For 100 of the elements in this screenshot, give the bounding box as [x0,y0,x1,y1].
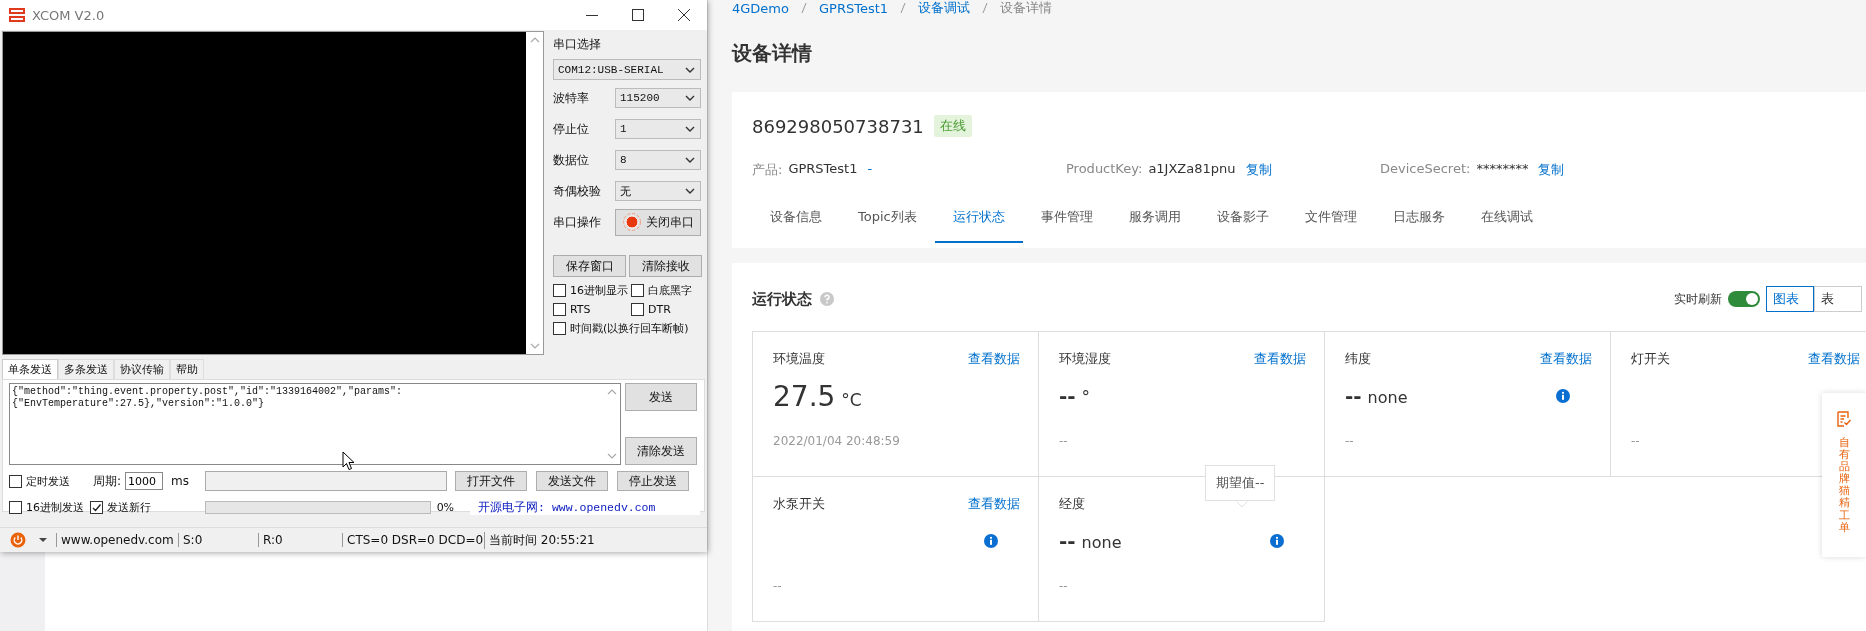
field-label: 串口操作 [553,213,601,231]
button[interactable]: 打开文件 [455,471,527,491]
port-button[interactable]: 关闭串口 [615,208,701,236]
copy-link[interactable]: - [867,161,873,179]
info-value: ******** [1476,161,1529,178]
property-name: 灯开关 [1631,350,1670,368]
tab[interactable]: 设备信息 [752,196,840,243]
info-value: GPRSTest1 [788,161,858,178]
button[interactable]: 清除发送 [625,437,697,465]
dropdown[interactable]: 115200 [615,88,701,108]
status-text: 当前时间 20:55:21 [484,531,644,549]
caret-icon [606,452,617,460]
checkbox-label: 时间戳(以换行回车断帧) [570,321,689,336]
dropdown[interactable]: 无 [615,181,701,201]
tab[interactable]: 事件管理 [1022,196,1111,243]
tooltip-text: 期望值-- [1216,475,1265,490]
text-line: {"EnvTemperature":27.5},"version":"1.0.0"} [12,398,266,410]
dropdown[interactable]: COM12:USB-SERIAL [553,59,701,80]
tab[interactable]: 运行状态 [934,196,1023,243]
toggle-switch[interactable] [1728,291,1760,307]
view-data-link[interactable]: 查看数据 [968,350,1020,368]
view-data-link[interactable]: 查看数据 [1540,350,1592,368]
checkbox[interactable] [553,322,566,335]
page-title: 设备详情 [732,40,813,67]
status-text: CTS=0 DSR=0 DCD=0 [342,533,484,547]
property-value: -- [1059,529,1076,553]
window-title: XCOM V2.0 [32,7,105,23]
tab[interactable]: 在线调试 [1462,196,1551,243]
field-label: 奇偶校验 [553,182,601,200]
timestamp: -- [773,579,782,593]
field-label: 串口选择 [553,36,602,53]
property-value: -- [1345,384,1362,408]
view-data-link[interactable]: 查看数据 [1808,350,1860,368]
dropdown[interactable]: 1 [615,119,701,139]
period-field[interactable]: 1000 [125,472,164,490]
view-button[interactable]: 表 [1814,286,1862,312]
info-label: ProductKey: [1066,161,1143,178]
info-label: 产品: [752,161,783,179]
caret-icon [529,36,540,44]
banner-text: 开源电子网: www.openedv.com [478,500,656,514]
button[interactable]: 保存窗口 [553,255,626,277]
separator-icon [799,2,809,14]
breadcrumb-link[interactable]: 设备调试 [918,0,971,17]
file-path-field[interactable] [205,471,447,491]
progress-percent: 0% [436,500,455,514]
checkbox[interactable] [9,500,22,514]
send-text-area[interactable]: {"method":"thing.event.property.post","id":"1339164002","params": {"EnvTemperature":27.5},"version":"1.0.0"} [9,383,621,465]
view-button[interactable]: 图表 [1766,286,1814,312]
tab[interactable]: 设备影子 [1198,196,1287,243]
button[interactable]: 发送文件 [536,471,608,491]
side-widget-label: 自有品牌猫精工单 [1838,437,1850,534]
checkbox[interactable] [90,500,103,514]
unit-label: ms [171,474,189,488]
tab[interactable]: 多条发送 [58,359,114,379]
checkbox-label: 发送新行 [107,499,151,515]
toggle-label: 实时刷新 [1674,290,1722,308]
checkbox[interactable] [553,284,566,297]
property-unit: none [1081,533,1122,552]
copy-link[interactable]: 复制 [1538,161,1565,179]
copy-link[interactable]: 复制 [1245,161,1272,179]
view-data-link[interactable]: 查看数据 [968,495,1020,513]
dropdown[interactable]: 8 [615,150,701,170]
caret-icon [684,155,696,165]
breadcrumb-link[interactable]: GPRSTest1 [819,0,889,16]
tab[interactable]: 日志服务 [1374,196,1463,243]
side-widget[interactable]: 自有品牌猫精工单 [1822,393,1866,557]
checkbox[interactable] [553,303,566,316]
breadcrumb-link[interactable]: 4GDemo [732,0,789,16]
property-name: 水泵开关 [773,495,825,513]
timestamp: -- [1059,579,1068,593]
caret-icon [38,537,48,543]
property-name: 环境温度 [773,350,825,368]
button[interactable]: 停止发送 [617,471,689,491]
checkbox-label: 白底黑字 [648,283,692,298]
tab[interactable]: 帮助 [170,359,204,379]
text-line: {"method":"thing.event.property.post","id":"1339164002","params": [12,386,404,398]
field-label: 波特率 [553,89,589,107]
tab[interactable]: 单条发送 [2,359,58,379]
tab[interactable]: 服务调用 [1110,196,1199,243]
checkbox[interactable] [9,474,22,488]
view-data-link[interactable]: 查看数据 [1254,350,1306,368]
device-name: 869298050738731 [752,115,924,137]
scrollbar[interactable] [526,32,543,354]
property-unit: °C [841,389,862,410]
property-name: 纬度 [1345,350,1371,368]
property-value: -- [1059,384,1076,408]
checkbox[interactable] [631,303,644,316]
close-icon [678,9,690,21]
breadcrumb-item: 设备详情 [1000,0,1053,17]
caret-icon [684,124,696,134]
checkbox-label: 16进制发送 [26,499,84,515]
property-unit: none [1367,388,1408,407]
tab[interactable]: 协议传输 [114,359,170,379]
button[interactable]: 清除接收 [629,255,702,277]
property-value: 27.5 [773,379,836,413]
property-unit: ° [1081,387,1091,407]
checkbox[interactable] [631,284,644,297]
tab[interactable]: Topic列表 [840,196,935,243]
button[interactable]: 发送 [625,383,697,411]
tab[interactable]: 文件管理 [1286,196,1375,243]
